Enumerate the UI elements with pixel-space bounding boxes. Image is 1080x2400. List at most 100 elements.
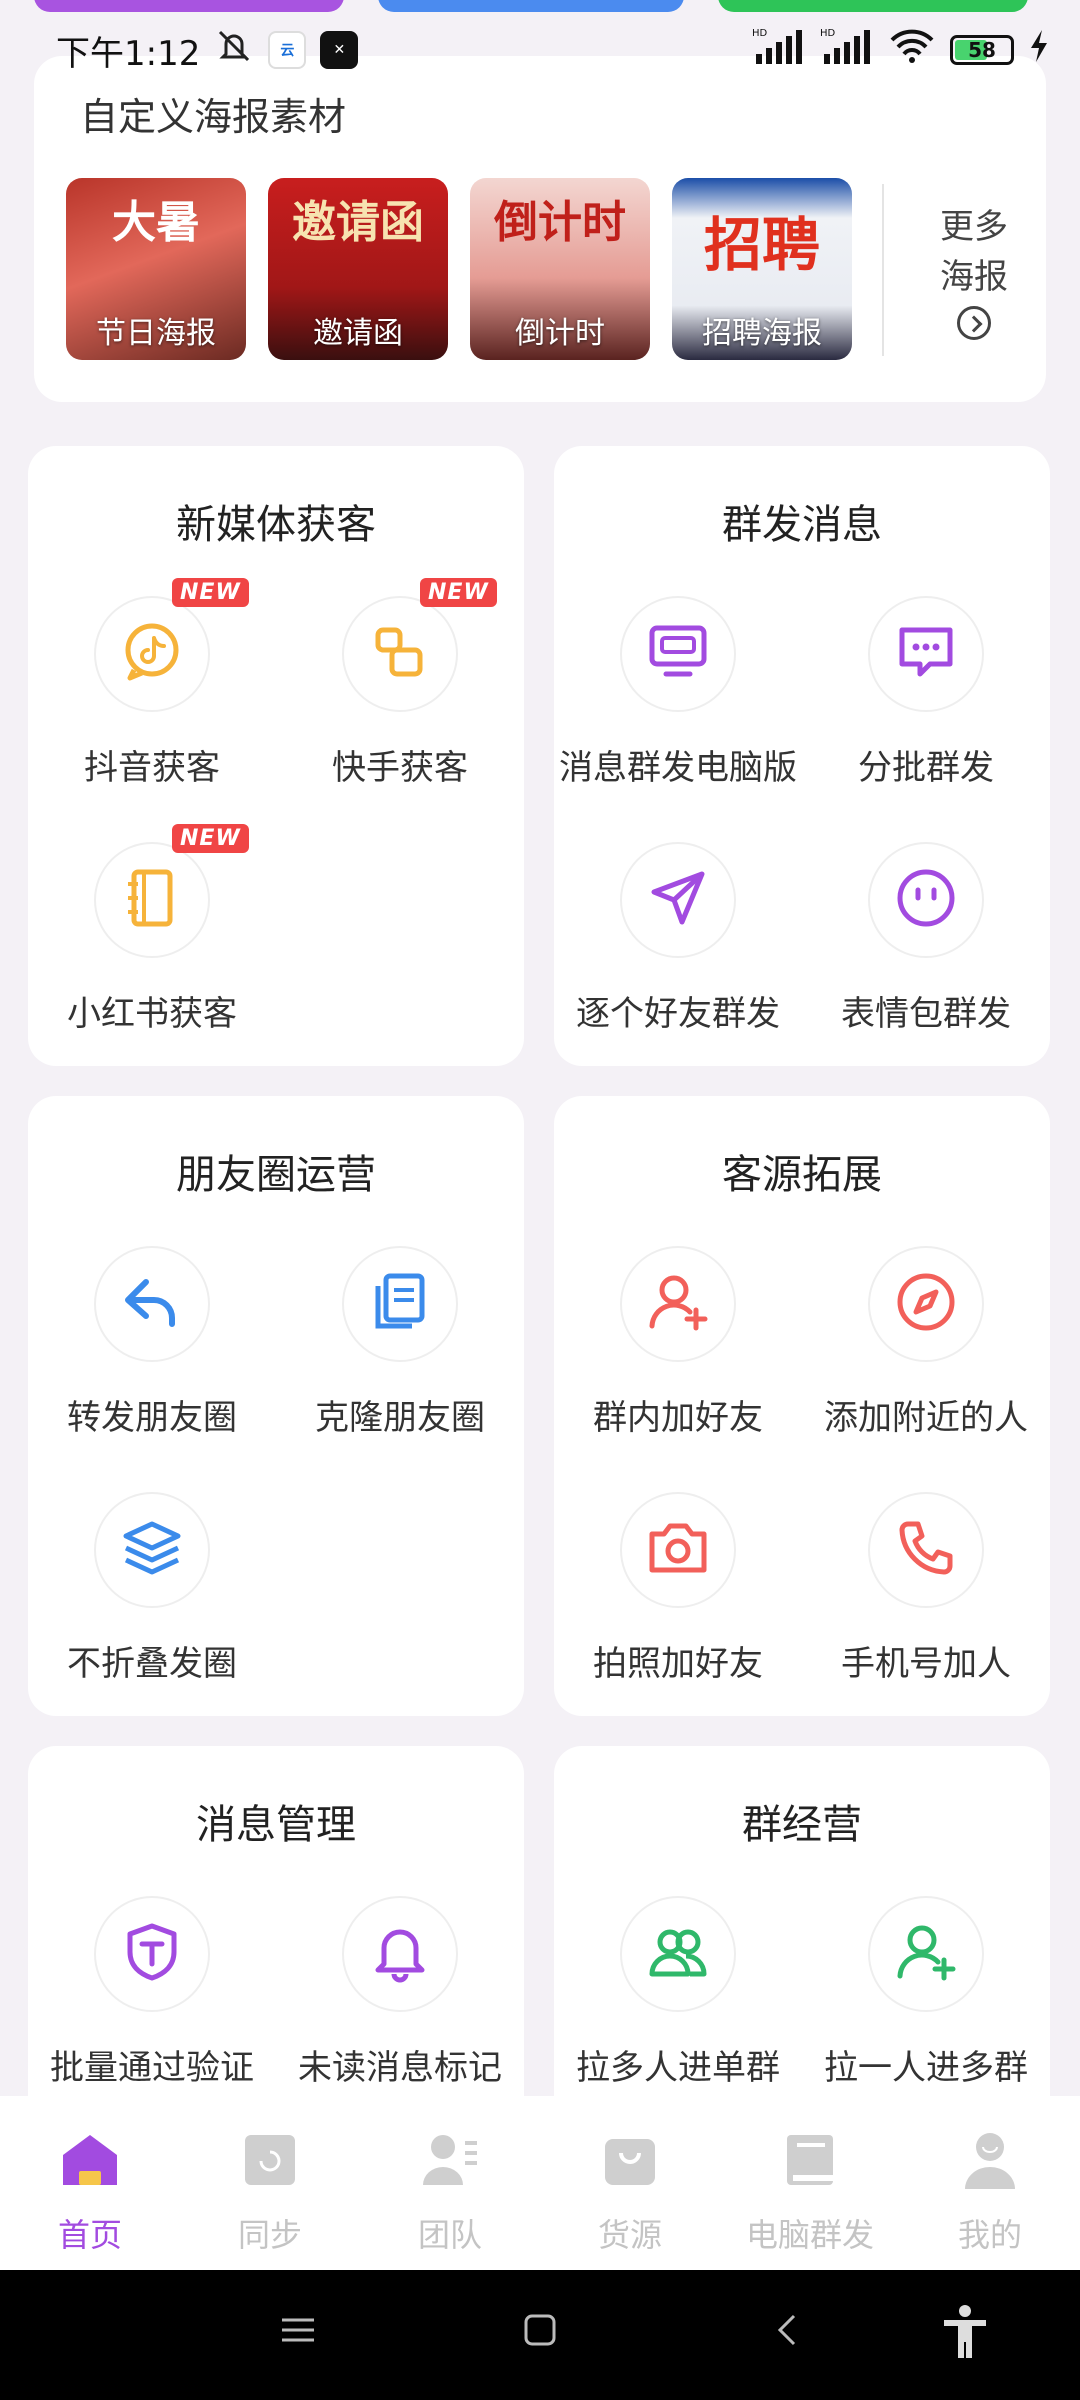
section-title: 消息管理 (196, 1802, 356, 1848)
signal-icon-2: HD (820, 26, 874, 75)
app-page: 自定义海报素材 大暑 节日海报 邀请函 邀请函 倒计时 倒计时 招聘 招聘海报 … (0, 0, 1080, 2400)
feature-many-to-one-group[interactable]: 拉多人进单群 (554, 1896, 802, 2089)
feature-label: 不折叠发圈 (67, 1644, 237, 1684)
feature-label: 表情包群发 (841, 994, 1011, 1034)
feature-label: 快手获客 (332, 748, 468, 788)
nav-label: 团队 (417, 2216, 482, 2254)
feature-clone-moments[interactable]: 克隆朋友圈 (276, 1246, 524, 1439)
poster-recruitment[interactable]: 招聘 招聘海报 (672, 178, 852, 360)
nav-sync[interactable]: 同步 (180, 2130, 360, 2256)
back-icon[interactable] (768, 2310, 808, 2354)
poster-festival-art: 大暑 (112, 197, 200, 248)
nav-label: 电脑群发 (745, 2216, 874, 2254)
feature-no-fold[interactable]: 不折叠发圈 (28, 1492, 276, 1685)
feature-label: 拍照加好友 (593, 1644, 763, 1684)
feature-batch-broadcast[interactable]: 分批群发 (802, 596, 1050, 789)
svg-text:HD: HD (752, 28, 768, 39)
nav-team[interactable]: 团队 (360, 2130, 540, 2256)
feature-label: 转发朋友圈 (67, 1398, 237, 1438)
feature-label: 消息群发电脑版 (559, 748, 797, 788)
feature-xiaohongshu[interactable]: NEW 小红书获客 (28, 824, 276, 1035)
monitor-icon (646, 620, 710, 688)
poster-countdown[interactable]: 倒计时 倒计时 (470, 178, 650, 360)
section-new-media: 新媒体获客 NEW 抖音获客 NEW 快手获客 NEW 小红书获客 (28, 446, 524, 1066)
feature-phone-add[interactable]: 手机号加人 (802, 1492, 1050, 1685)
capcut-icon: ✕ (320, 31, 359, 69)
poster-invitation[interactable]: 邀请函 邀请函 (268, 178, 448, 360)
feature-label: 拉多人进单群 (576, 2048, 780, 2088)
section-group-operation: 群经营 拉多人进单群 拉一人进多群 (554, 1746, 1050, 2146)
section-title: 群发消息 (722, 502, 882, 548)
poster-countdown-label: 倒计时 (515, 316, 605, 351)
battery-icon: 58 (950, 35, 1014, 65)
new-badge: NEW (172, 824, 249, 853)
status-time: 下午1:12 (56, 33, 201, 74)
home-button-icon[interactable] (520, 2310, 560, 2354)
more-posters-button[interactable]: 更多 海报 (914, 202, 1034, 354)
notebook-icon (120, 866, 184, 934)
add-user-icon (646, 1270, 710, 1338)
feature-label: 群内加好友 (593, 1398, 763, 1438)
menu-icon[interactable] (278, 2310, 318, 2354)
group-icon (646, 1920, 710, 1988)
feature-photo-add-friend[interactable]: 拍照加好友 (554, 1492, 802, 1685)
section-title: 朋友圈运营 (176, 1152, 376, 1198)
nav-home[interactable]: 首页 (0, 2130, 180, 2256)
poster-divider (882, 184, 884, 356)
feature-label: 未读消息标记 (298, 2048, 502, 2088)
section-title: 新媒体获客 (176, 502, 376, 548)
bag-icon (601, 2131, 659, 2193)
reply-arrow-icon (120, 1270, 184, 1338)
charging-icon (1028, 28, 1050, 73)
shield-icon (120, 1920, 184, 1988)
feature-label: 小红书获客 (67, 994, 237, 1034)
feature-label: 克隆朋友圈 (315, 1398, 485, 1438)
poster-recruitment-art: 招聘 (703, 211, 820, 279)
book-icon (779, 2131, 841, 2193)
feature-group-add-friend[interactable]: 群内加好友 (554, 1246, 802, 1439)
section-moments: 朋友圈运营 转发朋友圈 克隆朋友圈 不折叠发圈 (28, 1096, 524, 1716)
feature-emoji-broadcast[interactable]: 表情包群发 (802, 842, 1050, 1035)
signal-icon: HD (752, 26, 806, 75)
douyin-icon (120, 620, 184, 688)
poster-invitation-art: 邀请函 (292, 197, 424, 248)
copy-icon (368, 1270, 432, 1338)
nav-profile[interactable]: 我的 (900, 2130, 1080, 2256)
accessibility-icon[interactable] (940, 2304, 990, 2364)
feature-batch-verify[interactable]: 批量通过验证 (28, 1896, 276, 2089)
nav-desktop-broadcast[interactable]: 电脑群发 (720, 2130, 900, 2256)
nav-label: 首页 (57, 2216, 122, 2254)
feature-kuaishou[interactable]: NEW 快手获客 (276, 578, 524, 789)
phone-icon (894, 1516, 958, 1584)
feature-label: 抖音获客 (84, 748, 220, 788)
poster-festival[interactable]: 大暑 节日海报 (66, 178, 246, 360)
feature-desktop-broadcast[interactable]: 消息群发电脑版 (554, 596, 802, 789)
feature-nearby-people[interactable]: 添加附近的人 (802, 1246, 1050, 1439)
feature-forward-moments[interactable]: 转发朋友圈 (28, 1246, 276, 1439)
poster-card: 自定义海报素材 大暑 节日海报 邀请函 邀请函 倒计时 倒计时 招聘 招聘海报 … (34, 56, 1046, 402)
chat-bubble-icon (894, 620, 958, 688)
status-bar: 下午1:12 云 ✕ HD HD 58 (0, 0, 1080, 100)
feature-douyin[interactable]: NEW 抖音获客 (28, 578, 276, 789)
feature-one-by-one[interactable]: 逐个好友群发 (554, 842, 802, 1035)
bell-icon (368, 1920, 432, 1988)
new-badge: NEW (172, 578, 249, 607)
battery-level: 58 (968, 38, 996, 62)
layers-icon (120, 1516, 184, 1584)
feature-unread-mark[interactable]: 未读消息标记 (276, 1896, 524, 2089)
poster-recruitment-label: 招聘海报 (702, 316, 822, 351)
feature-label: 逐个好友群发 (576, 994, 780, 1034)
nav-label: 货源 (597, 2216, 662, 2254)
wifi-icon (888, 26, 936, 75)
nav-source[interactable]: 货源 (540, 2130, 720, 2256)
poster-invitation-label: 邀请函 (313, 316, 403, 351)
home-icon (59, 2131, 121, 2193)
send-icon (646, 866, 710, 934)
sync-icon (241, 2131, 299, 2193)
profile-icon (959, 2129, 1021, 2195)
bottom-nav: 首页 同步 团队 货源 电脑群发 我的 (0, 2096, 1080, 2270)
kuaishou-icon (368, 620, 432, 688)
section-customer-expansion: 客源拓展 群内加好友 添加附近的人 拍照加好友 手机号加人 (554, 1096, 1050, 1716)
feature-one-to-many-groups[interactable]: 拉一人进多群 (802, 1896, 1050, 2089)
feature-label: 添加附近的人 (824, 1398, 1028, 1438)
